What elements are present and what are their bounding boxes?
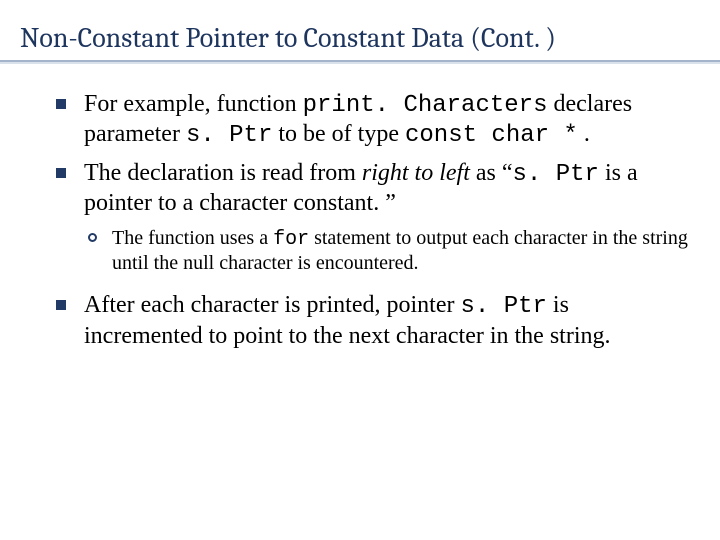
- text: The declaration is read from: [84, 160, 362, 186]
- code: s. Ptr: [460, 293, 546, 320]
- text: After each character is printed, pointer: [84, 292, 460, 318]
- slide-body: For example, function print. Characters …: [20, 90, 692, 350]
- sub-bullets: The function uses a for statement to out…: [84, 227, 692, 275]
- code: const char *: [405, 122, 578, 149]
- bullet-3: After each character is printed, pointer…: [54, 291, 692, 350]
- sub-bullet-1: The function uses a for statement to out…: [84, 227, 692, 275]
- text: to be of type: [272, 121, 405, 147]
- text: .: [578, 121, 590, 147]
- text: For example, function: [84, 91, 303, 117]
- bullet-2: The declaration is read from right to le…: [54, 159, 692, 218]
- italic: right to left: [362, 160, 470, 186]
- text: as “: [470, 160, 513, 186]
- slide: Non-Constant Pointer to Constant Data (C…: [0, 0, 720, 540]
- code: for: [273, 228, 309, 251]
- text: The function uses a: [112, 227, 273, 249]
- slide-title: Non-Constant Pointer to Constant Data (C…: [20, 22, 692, 54]
- code: print. Characters: [303, 92, 548, 119]
- code: s. Ptr: [513, 161, 599, 188]
- title-underline: [0, 60, 720, 64]
- code: s. Ptr: [186, 122, 272, 149]
- bullet-1: For example, function print. Characters …: [54, 90, 692, 151]
